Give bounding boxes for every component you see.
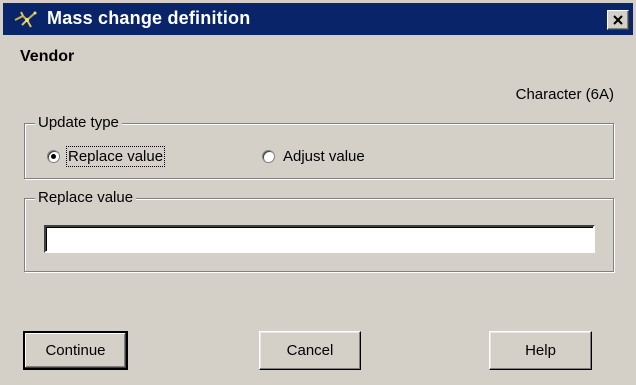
cancel-button[interactable]: Cancel bbox=[259, 331, 361, 370]
title-bar[interactable]: Mass change definition bbox=[3, 3, 633, 35]
continue-button[interactable]: Continue bbox=[23, 331, 128, 370]
update-type-group: Update type Replace value Adjust value bbox=[24, 114, 614, 179]
update-type-legend: Update type bbox=[35, 114, 122, 131]
field-name: Vendor bbox=[20, 48, 75, 65]
radio-button[interactable] bbox=[262, 150, 275, 163]
help-button[interactable]: Help bbox=[489, 331, 592, 370]
dialog-window: Mass change definition Vendor Character … bbox=[0, 0, 636, 385]
radio-adjust-value[interactable]: Adjust value bbox=[262, 148, 365, 165]
replace-value-legend: Replace value bbox=[35, 189, 137, 206]
app-icon bbox=[14, 11, 37, 28]
replace-value-input[interactable] bbox=[44, 225, 595, 253]
radio-replace-value[interactable]: Replace value bbox=[47, 146, 166, 167]
field-type: Character (6A) bbox=[515, 86, 614, 103]
radio-adjust-label: Adjust value bbox=[283, 148, 365, 165]
radio-replace-label: Replace value bbox=[65, 146, 166, 167]
radio-button-selected[interactable] bbox=[47, 150, 60, 163]
close-icon bbox=[613, 15, 623, 25]
close-button[interactable] bbox=[607, 10, 629, 30]
replace-value-group: Replace value bbox=[24, 189, 614, 272]
window-title: Mass change definition bbox=[47, 8, 251, 28]
